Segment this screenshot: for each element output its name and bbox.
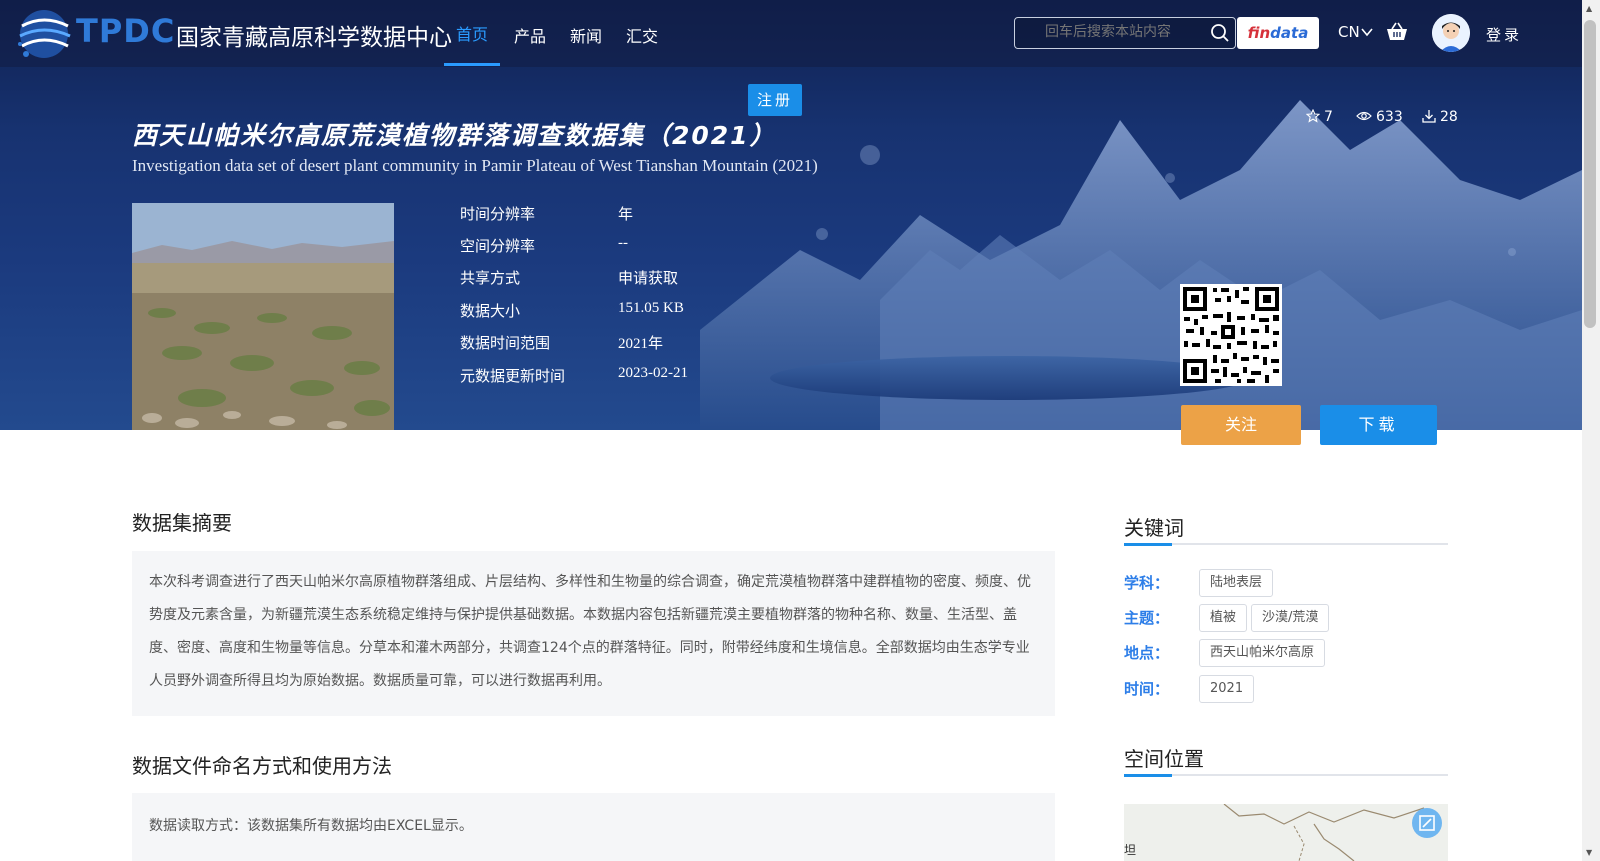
divider-accent: [1124, 774, 1172, 777]
findata-suffix: data: [1270, 24, 1309, 42]
findata-prefix: fin: [1247, 24, 1271, 42]
nav-item-submit[interactable]: 汇交: [626, 23, 658, 47]
brand-name[interactable]: 国家青藏高原科学数据中心: [176, 18, 452, 52]
meta-key: 时间分辨率: [460, 205, 536, 223]
avatar[interactable]: [1432, 14, 1470, 52]
brand-abbr[interactable]: TPDC: [76, 12, 175, 50]
meta-value: 年: [618, 207, 634, 223]
nav-item-news[interactable]: 新闻: [570, 23, 602, 47]
downloads-count: 28: [1440, 109, 1458, 125]
nav-active-indicator: [444, 63, 500, 66]
eye-icon: [1356, 111, 1372, 121]
keyword-label-theme: 主题：: [1124, 609, 1170, 627]
scroll-up-arrow-icon[interactable]: ▲: [1586, 4, 1592, 13]
keyword-tag[interactable]: 陆地表层: [1199, 569, 1274, 597]
keyword-tag[interactable]: 西天山帕米尔高原: [1199, 639, 1326, 667]
stars-stat[interactable]: 7: [1305, 108, 1333, 125]
meta-key: 空间分辨率: [460, 237, 536, 255]
meta-key: 数据时间范围: [460, 334, 551, 352]
abstract-text: 本次科考调查进行了西天山帕米尔高原植物群落组成、片层结构、多样性和生物量的综合调…: [149, 574, 1031, 689]
desert-landscape-image: [132, 203, 394, 430]
meta-value: 151.05 KB: [618, 300, 684, 316]
meta-value: 2023-02-21: [618, 365, 688, 381]
downloads-stat: 28: [1422, 109, 1458, 125]
meta-value: 2021年: [618, 336, 664, 352]
scrollbar-thumb[interactable]: [1584, 20, 1596, 328]
chevron-down-icon[interactable]: [1361, 27, 1373, 37]
search-icon[interactable]: [1210, 23, 1230, 43]
keyword-label-subject: 学科：: [1124, 574, 1170, 592]
shopping-basket-icon[interactable]: [1386, 22, 1408, 42]
stars-count: 7: [1324, 109, 1333, 125]
divider-accent: [1124, 543, 1172, 546]
top-navbar: TPDC 国家青藏高原科学数据中心 首页 产品 新闻 汇交 findata CN…: [0, 0, 1582, 67]
findata-button[interactable]: findata: [1237, 17, 1319, 49]
usage-panel: 数据读取方式：该数据集所有数据均由EXCEL显示。: [132, 793, 1055, 861]
usage-text: 数据读取方式：该数据集所有数据均由EXCEL显示。: [149, 818, 473, 834]
views-count: 633: [1376, 109, 1403, 125]
location-title: 空间位置: [1124, 747, 1204, 771]
dataset-title-cn: 西天山帕米尔高原荒漠植物群落调查数据集（2021）: [132, 121, 777, 150]
nav-item-home[interactable]: 首页: [456, 21, 488, 45]
qr-code: [1180, 284, 1282, 386]
abstract-panel: 本次科考调查进行了西天山帕米尔高原植物群落组成、片层结构、多样性和生物量的综合调…: [132, 551, 1055, 716]
expand-map-button[interactable]: [1412, 808, 1442, 838]
search-input[interactable]: [1045, 24, 1205, 40]
dataset-title-en: Investigation data set of desert plant c…: [132, 156, 818, 175]
keyword-label-place: 地点：: [1124, 644, 1170, 662]
language-switch[interactable]: CN: [1338, 23, 1360, 41]
meta-key: 共享方式: [460, 269, 521, 287]
keyword-tag[interactable]: 2021: [1199, 675, 1255, 703]
meta-key: 数据大小: [460, 302, 521, 320]
expand-icon: [1419, 815, 1435, 831]
meta-key: 元数据更新时间: [460, 367, 566, 385]
download-button[interactable]: 下载: [1320, 405, 1437, 445]
meta-value: 申请获取: [618, 271, 679, 287]
map-borders: [1223, 804, 1425, 861]
map-place-label: 坦: [1124, 843, 1137, 857]
globe-logo-icon[interactable]: [14, 4, 74, 64]
star-icon: [1305, 108, 1321, 123]
qr-code-icon: [1183, 287, 1279, 383]
keywords-title: 关键词: [1124, 516, 1184, 540]
dataset-thumbnail: [132, 203, 394, 430]
keyword-tag[interactable]: 沙漠/荒漠: [1251, 604, 1330, 632]
login-link[interactable]: 登录: [1486, 24, 1522, 45]
abstract-title: 数据集摘要: [132, 511, 232, 535]
scroll-down-arrow-icon[interactable]: ▼: [1586, 848, 1592, 857]
views-stat: 633: [1356, 109, 1403, 125]
user-avatar-icon: [1432, 14, 1470, 52]
usage-title: 数据文件命名方式和使用方法: [132, 754, 392, 778]
location-map[interactable]: [1124, 804, 1448, 861]
meta-value: --: [618, 235, 628, 251]
download-icon: [1422, 110, 1436, 123]
keywords-divider: [1124, 543, 1448, 546]
follow-button[interactable]: 关注: [1181, 405, 1301, 445]
register-button[interactable]: 注册: [748, 84, 802, 116]
nav-item-products[interactable]: 产品: [514, 23, 546, 47]
keyword-tag[interactable]: 植被: [1199, 604, 1248, 632]
search-box: [1014, 17, 1236, 49]
keyword-label-time: 时间：: [1124, 680, 1170, 698]
location-divider: [1124, 774, 1448, 777]
